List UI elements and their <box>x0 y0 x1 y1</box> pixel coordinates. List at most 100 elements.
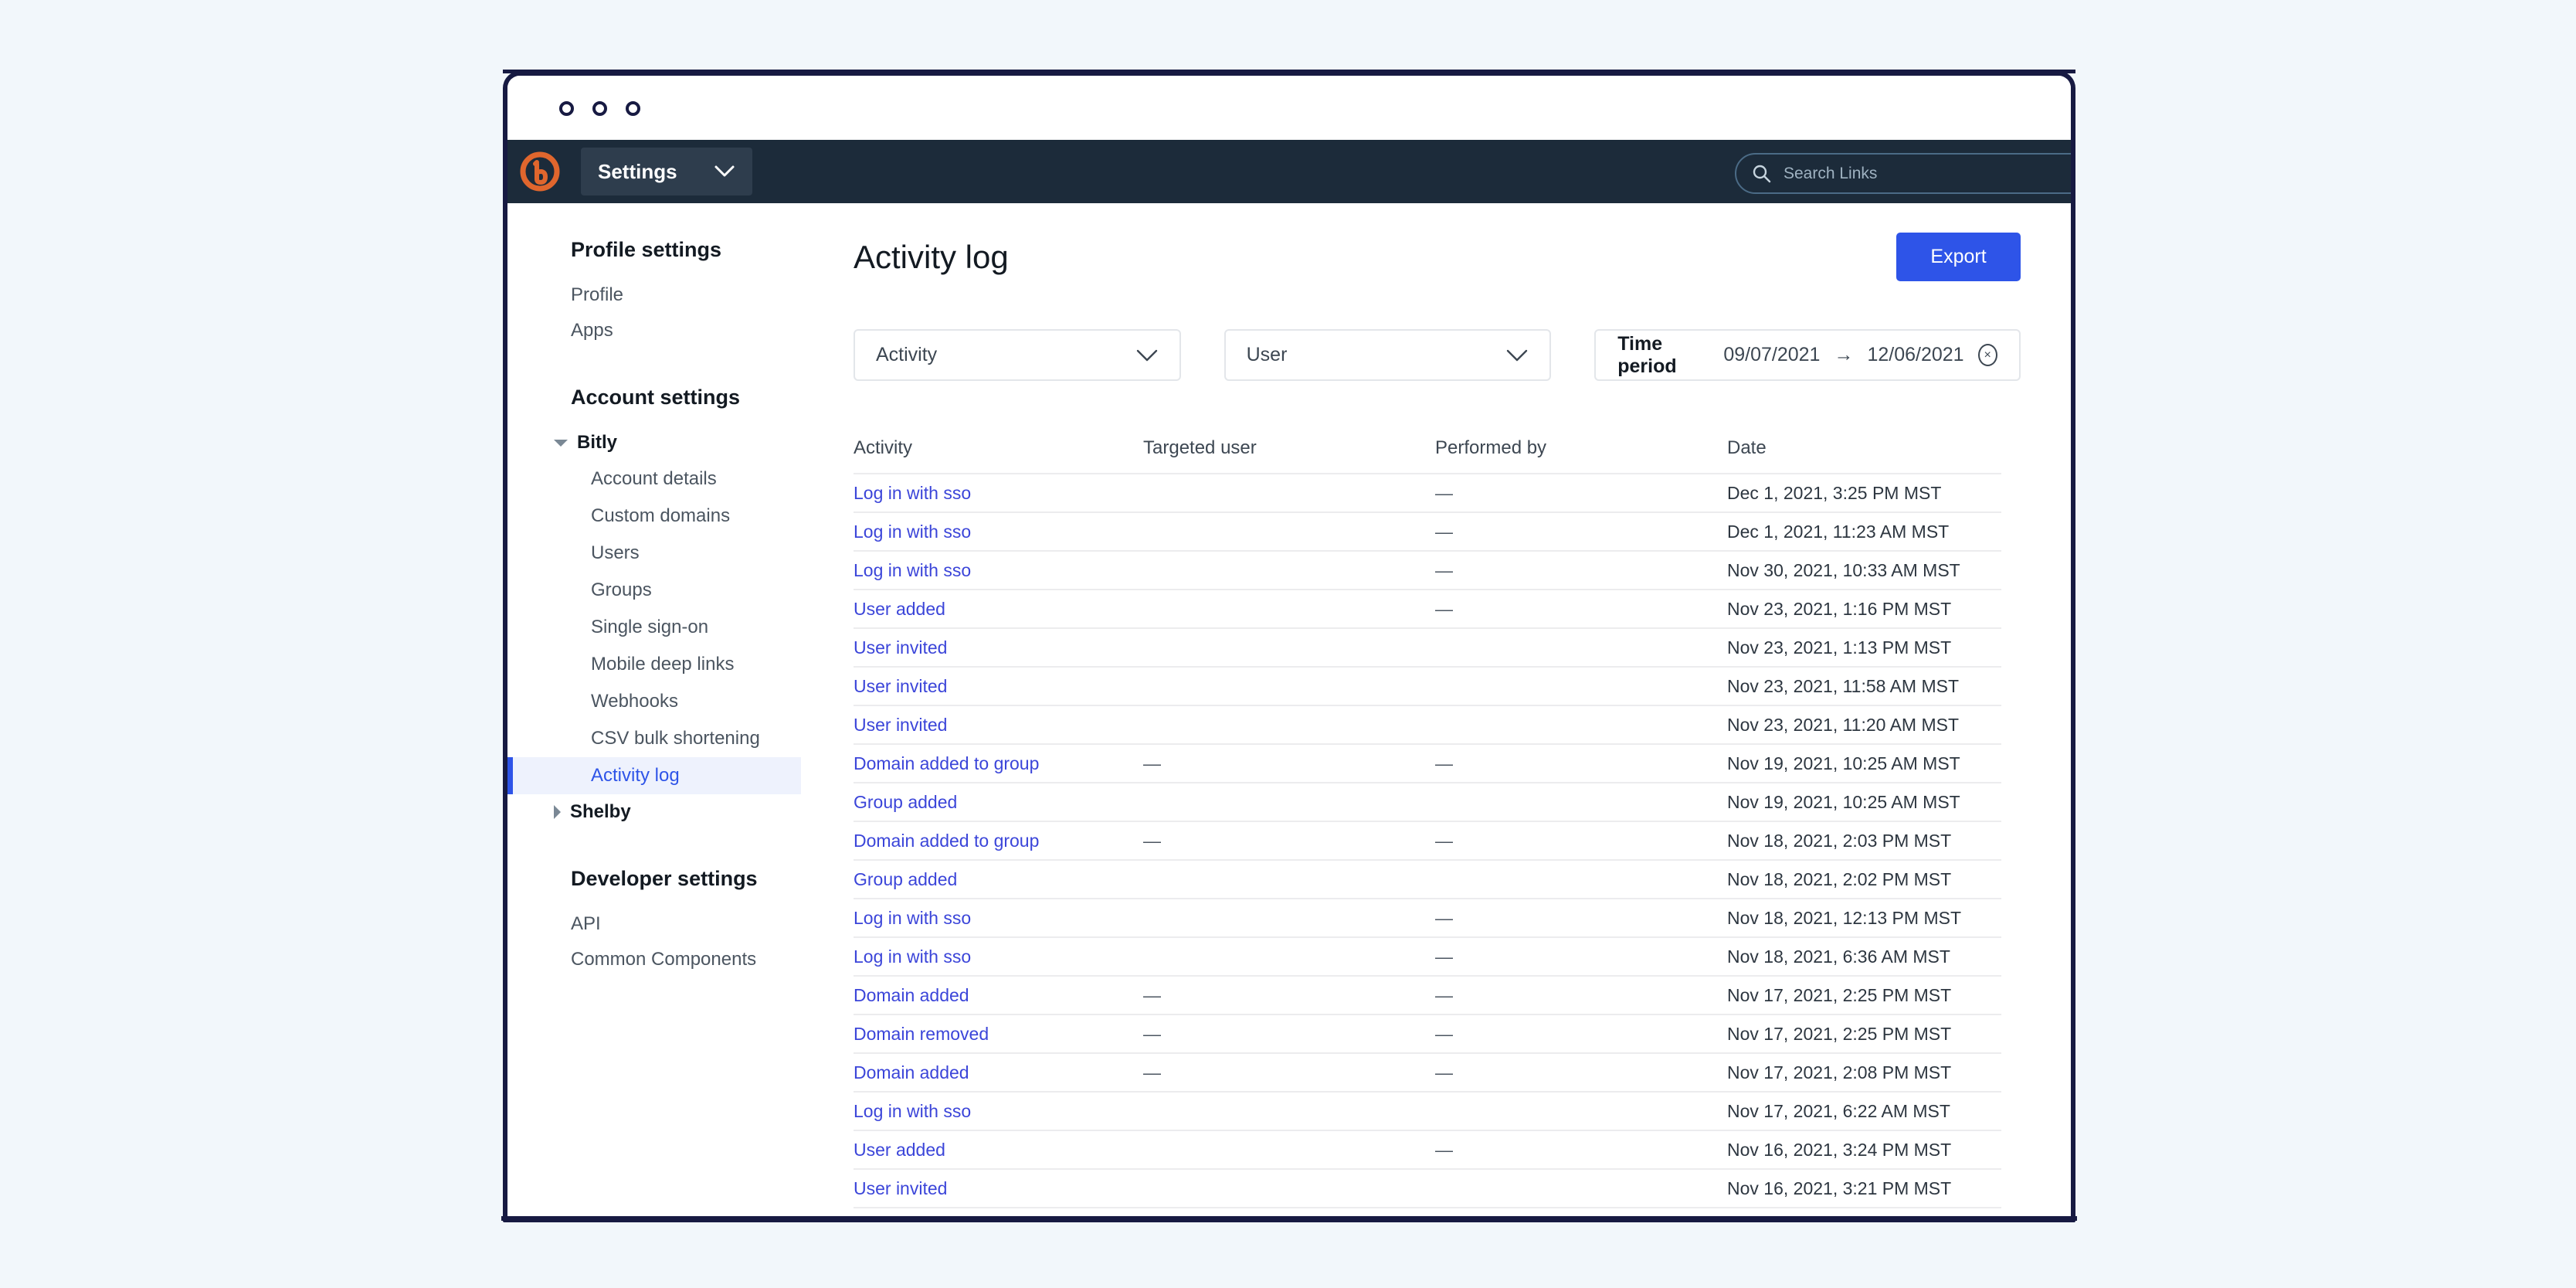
performed-by-value: — <box>1435 1023 1453 1044</box>
time-period-start-date[interactable]: 09/07/2021 <box>1723 344 1820 366</box>
performed-by-value: — <box>1435 521 1453 542</box>
activity-cell: User invited <box>854 1178 1143 1199</box>
activity-link[interactable]: Domain added to group <box>854 753 1039 773</box>
sidebar-item-custom-domains[interactable]: Custom domains <box>507 498 801 535</box>
date-cell: Nov 19, 2021, 10:25 AM MST <box>1727 753 2001 774</box>
date-value: Nov 18, 2021, 2:03 PM MST <box>1727 830 1952 851</box>
activity-link[interactable]: Group added <box>854 869 957 889</box>
activity-link[interactable]: Log in with sso <box>854 908 971 928</box>
sidebar-item-api[interactable]: API <box>507 906 801 942</box>
time-period-filter[interactable]: Time period 09/07/2021 → 12/06/2021 × <box>1594 329 2021 381</box>
activity-link[interactable]: Log in with sso <box>854 560 971 580</box>
performed-by-cell: — <box>1435 522 1727 542</box>
sidebar-item-groups[interactable]: Groups <box>507 572 801 609</box>
sidebar-item-activity-log[interactable]: Activity log <box>507 757 801 794</box>
sidebar-item-mobile-deep-links[interactable]: Mobile deep links <box>507 646 801 683</box>
minimize-window-button[interactable] <box>592 101 607 116</box>
activity-link[interactable]: Log in with sso <box>854 1101 971 1121</box>
clear-time-period-icon[interactable]: × <box>1977 344 1997 366</box>
performed-by-cell: — <box>1435 1062 1727 1083</box>
activity-link[interactable]: User invited <box>854 637 947 658</box>
sidebar-item-single-sign-on[interactable]: Single sign-on <box>507 609 801 646</box>
window-titlebar <box>507 76 2071 140</box>
date-cell: Nov 18, 2021, 6:36 AM MST <box>1727 946 2001 967</box>
performed-by-cell: — <box>1435 908 1727 929</box>
targeted-user-value: — <box>1143 1062 1161 1082</box>
activity-cell: Log in with sso <box>854 560 1143 581</box>
table-row: User invited Nov 23, 2021, 11:20 AM MST <box>854 706 2001 745</box>
targeted-user-cell: — <box>1143 1062 1435 1083</box>
activity-link[interactable]: Domain added to group <box>854 831 1039 851</box>
page-header: Activity log Export <box>854 233 2021 281</box>
date-cell: Nov 17, 2021, 6:22 AM MST <box>1727 1101 2001 1122</box>
activity-link[interactable]: User added <box>854 1140 945 1160</box>
table-row: User invited Nov 23, 2021, 11:58 AM MST <box>854 668 2001 706</box>
sidebar-item-profile[interactable]: Profile <box>507 277 801 313</box>
activity-link[interactable]: User added <box>854 599 945 619</box>
activity-link[interactable]: Group added <box>854 792 957 812</box>
activity-cell: Domain removed <box>854 1024 1143 1045</box>
user-filter-select[interactable]: User <box>1224 329 1552 381</box>
table-row: Log in with sso — Nov 18, 2021, 12:13 PM M… <box>854 899 2001 938</box>
search-icon <box>1753 165 1771 183</box>
date-cell: Nov 16, 2021, 3:24 PM MST <box>1727 1140 2001 1161</box>
activity-link[interactable]: User invited <box>854 676 947 696</box>
screenshot-canvas: Settings CREATE <box>0 0 2576 1288</box>
chevron-down-icon <box>714 165 735 177</box>
activity-filter-label: Activity <box>876 344 938 365</box>
activity-link[interactable]: Log in with sso <box>854 522 971 542</box>
table-header-row: Activity Targeted user Performed by Date <box>854 423 2001 474</box>
close-window-button[interactable] <box>559 101 574 116</box>
activity-cell: Domain added <box>854 1062 1143 1083</box>
app-body: Profile settings Profile Apps Account se… <box>507 203 2071 1218</box>
settings-menu-button[interactable]: Settings <box>581 148 752 195</box>
activity-link[interactable]: Log in with sso <box>854 946 971 967</box>
date-value: Nov 16, 2021, 3:17 PM MST <box>1727 1217 1951 1218</box>
sidebar-item-csv-bulk-shortening[interactable]: CSV bulk shortening <box>507 720 801 757</box>
sidebar-item-apps[interactable]: Apps <box>507 313 801 348</box>
column-header-performed-by: Performed by <box>1435 437 1547 458</box>
table-row: Log in with sso — Nov 30, 2021, 10:33 AM M… <box>854 552 2001 590</box>
maximize-window-button[interactable] <box>626 101 640 116</box>
activity-cell: Log in with sso <box>854 946 1143 967</box>
targeted-user-cell: — <box>1143 985 1435 1006</box>
performed-by-value: — <box>1435 559 1453 580</box>
activity-link[interactable]: Log in with sso <box>854 483 971 503</box>
activity-link[interactable]: User invited <box>854 1178 947 1198</box>
activity-filter-select[interactable]: Activity <box>854 329 1181 381</box>
date-range-arrow-icon: → <box>1834 344 1854 365</box>
sidebar-group-bitly[interactable]: Bitly <box>507 425 801 460</box>
activity-cell: Log in with sso <box>854 908 1143 929</box>
targeted-user-value: — <box>1143 753 1161 773</box>
activity-cell: User added <box>854 1140 1143 1161</box>
activity-link[interactable]: Domain added <box>854 985 969 1005</box>
date-value: Nov 17, 2021, 6:22 AM MST <box>1727 1100 1950 1121</box>
sidebar-item-common-components[interactable]: Common Components <box>507 942 801 977</box>
table-row: Log in with sso — Nov 16, 2021, 3:17 PM MS… <box>854 1208 2001 1218</box>
activity-log-table-body: Log in with sso — Dec 1, 2021, 3:25 PM MST… <box>854 474 2001 1218</box>
performed-by-cell: — <box>1435 831 1727 851</box>
time-period-end-date[interactable]: 12/06/2021 <box>1867 344 1963 366</box>
date-cell: Nov 19, 2021, 10:25 AM MST <box>1727 792 2001 813</box>
activity-cell: User invited <box>854 715 1143 736</box>
activity-link[interactable]: Domain removed <box>854 1024 989 1044</box>
sidebar-group-shelby[interactable]: Shelby <box>507 794 801 830</box>
sidebar-item-users[interactable]: Users <box>507 535 801 572</box>
export-button[interactable]: Export <box>1896 233 2021 281</box>
table-row: Domain added — — Nov 17, 2021, 2:08 PM MST <box>854 1054 2001 1093</box>
date-value: Nov 17, 2021, 2:25 PM MST <box>1727 984 1952 1005</box>
performed-by-cell: — <box>1435 985 1727 1006</box>
table-row: Domain added to group — — Nov 18, 2021, 2:0… <box>854 822 2001 861</box>
chevron-down-icon <box>1136 349 1157 361</box>
activity-link[interactable]: Domain added <box>854 1062 969 1082</box>
sidebar-item-webhooks[interactable]: Webhooks <box>507 683 801 720</box>
date-cell: Nov 30, 2021, 10:33 AM MST <box>1727 560 2001 581</box>
activity-link[interactable]: User invited <box>854 715 947 735</box>
sidebar-item-account-details[interactable]: Account details <box>507 460 801 498</box>
search-links-container[interactable] <box>1735 153 2071 194</box>
settings-sidebar: Profile settings Profile Apps Account se… <box>507 203 801 1218</box>
bitly-logo-icon[interactable] <box>516 148 564 195</box>
search-input[interactable] <box>1782 163 2071 184</box>
activity-cell: Domain added to group <box>854 753 1143 774</box>
activity-link[interactable]: Log in with sso <box>854 1217 971 1218</box>
